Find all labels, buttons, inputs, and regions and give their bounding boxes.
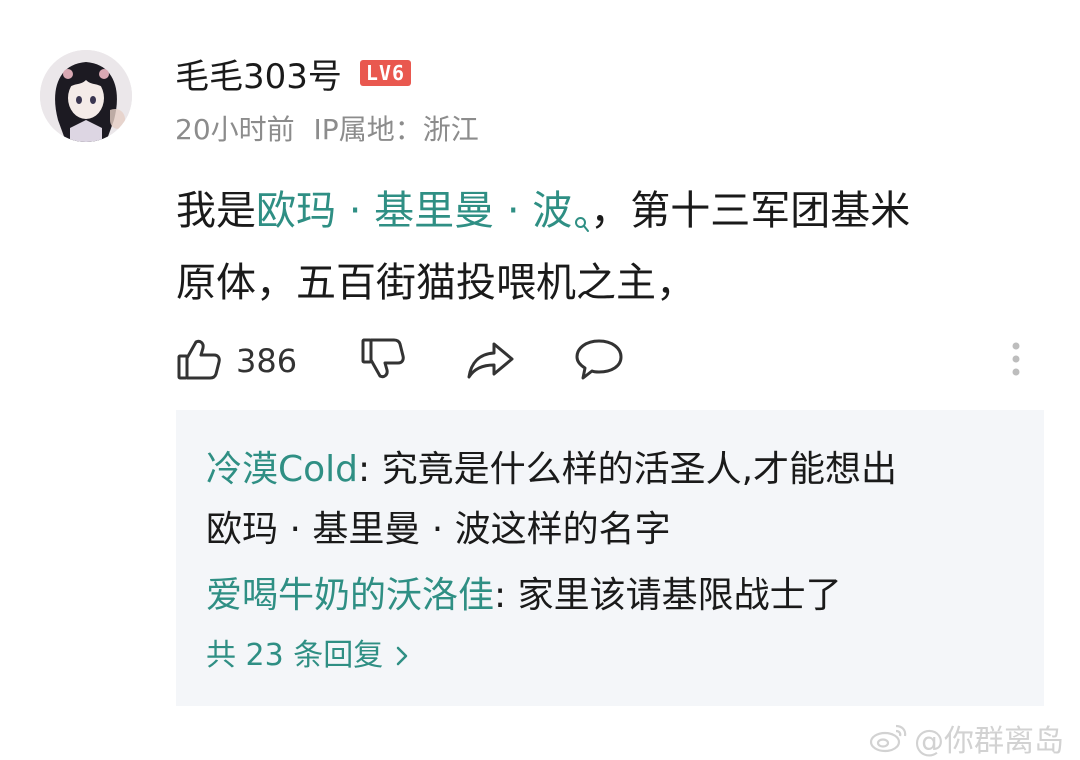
username-row: 毛毛303号 LV6 bbox=[175, 49, 412, 98]
weibo-icon bbox=[868, 722, 908, 754]
dislike-icon bbox=[360, 336, 406, 386]
username[interactable]: 毛毛303号 bbox=[175, 49, 342, 98]
more-button[interactable] bbox=[1008, 336, 1024, 386]
comment-actions: 386 bbox=[176, 336, 1046, 386]
reply-text: 究竟是什么样的活圣人,才能想出 bbox=[381, 449, 898, 490]
reply-separator: : bbox=[494, 575, 518, 616]
reply-author[interactable]: 冷漠Cold bbox=[206, 449, 358, 490]
reply-count-label: 共 23 条回复 bbox=[206, 638, 384, 673]
comment-text-prefix: 我是 bbox=[176, 188, 256, 234]
reply-text-continued: 欧玛 · 基里曼 · 波这样的名字 bbox=[206, 509, 671, 550]
reply-button[interactable] bbox=[574, 336, 624, 386]
comment-meta: 20小时前 IP属地：浙江 bbox=[175, 108, 479, 148]
comment-text-suffix: ，第十三军团基米 bbox=[590, 188, 911, 234]
comment-text-line2: 原体，五百街猫投喂机之主， bbox=[176, 260, 696, 306]
share-icon bbox=[466, 336, 516, 386]
comment-time: 20小时前 bbox=[175, 113, 295, 146]
avatar[interactable] bbox=[40, 50, 132, 142]
search-link[interactable]: 欧玛 · 基里曼 · 波 bbox=[256, 188, 572, 234]
watermark: @你群离岛 bbox=[868, 716, 1064, 760]
reply-text: 家里该请基限战士了 bbox=[517, 575, 842, 616]
more-icon bbox=[1008, 336, 1024, 386]
reply-author[interactable]: 爱喝牛奶的沃洛佳 bbox=[206, 575, 494, 616]
replies-box[interactable]: 冷漠Cold: 究竟是什么样的活圣人,才能想出 欧玛 · 基里曼 · 波这样的名… bbox=[176, 410, 1044, 706]
search-icon[interactable] bbox=[574, 190, 590, 252]
reply-item[interactable]: 爱喝牛奶的沃洛佳: 家里该请基限战士了 bbox=[206, 566, 1026, 626]
like-count: 386 bbox=[236, 342, 298, 380]
comment-icon bbox=[574, 336, 624, 386]
like-icon bbox=[176, 336, 222, 386]
reply-item[interactable]: 冷漠Cold: 究竟是什么样的活圣人,才能想出 欧玛 · 基里曼 · 波这样的名… bbox=[206, 440, 1026, 560]
reply-separator: : bbox=[358, 449, 382, 490]
ip-location: IP属地：浙江 bbox=[313, 113, 479, 146]
chevron-right-icon bbox=[395, 645, 409, 667]
watermark-text: @你群离岛 bbox=[914, 724, 1064, 759]
share-button[interactable] bbox=[466, 336, 516, 386]
dislike-button[interactable] bbox=[360, 336, 406, 386]
like-button[interactable]: 386 bbox=[176, 336, 297, 386]
view-all-replies-link[interactable]: 共 23 条回复 bbox=[206, 636, 409, 676]
level-badge: LV6 bbox=[359, 60, 412, 86]
comment-body: 我是欧玛 · 基里曼 · 波 ，第十三军团基米 原体，五百街猫投喂机之主， bbox=[176, 180, 1036, 314]
